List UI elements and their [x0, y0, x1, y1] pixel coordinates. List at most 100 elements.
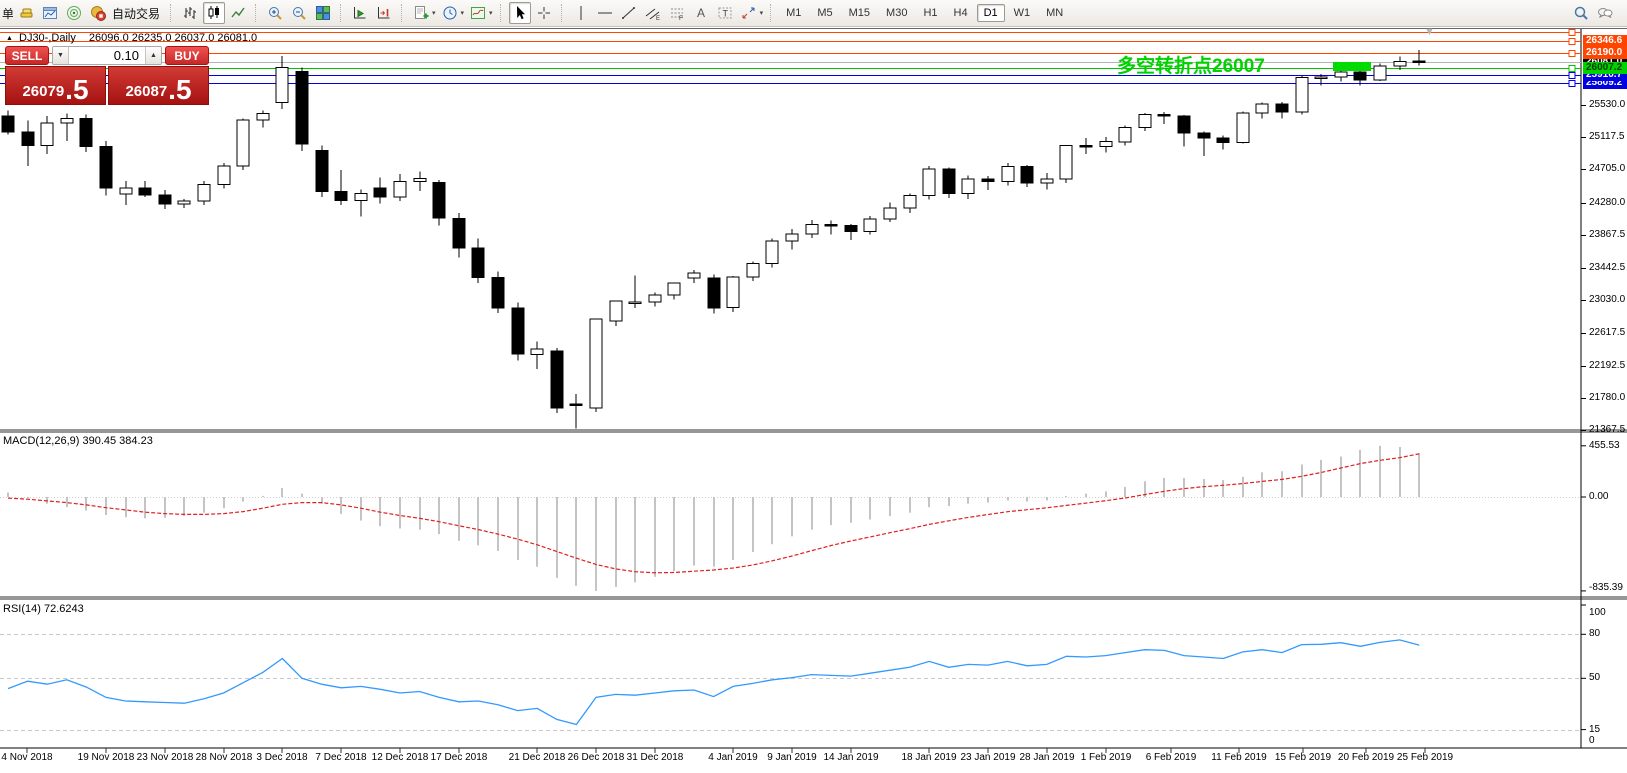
clock-dropdown-caret[interactable]: ▾	[461, 9, 465, 17]
vertical-line-icon[interactable]	[570, 2, 592, 24]
indicator-template-icon[interactable]	[467, 2, 489, 24]
date-axis-label: 31 Dec 2018	[627, 752, 684, 763]
indicator-template-dropdown-caret[interactable]: ▾	[489, 9, 493, 17]
arrows-icon[interactable]	[738, 2, 760, 24]
signal-icon[interactable]	[63, 2, 85, 24]
crosshair-icon[interactable]	[533, 2, 555, 24]
timeframe-button-M5[interactable]: M5	[810, 4, 839, 22]
svg-text:A: A	[697, 6, 705, 20]
timeframe-button-H4[interactable]: H4	[947, 4, 975, 22]
sell-price-main: 26079	[22, 81, 64, 103]
chart-window-icon[interactable]	[39, 2, 61, 24]
arrows-dropdown-caret[interactable]: ▾	[760, 9, 764, 17]
timeframe-button-M1[interactable]: M1	[779, 4, 808, 22]
sell-button[interactable]: SELL	[5, 46, 49, 65]
cursor-icon[interactable]	[509, 2, 531, 24]
macd-axis-label: -835.39	[1589, 582, 1623, 593]
price-chart-canvas	[0, 29, 1627, 773]
date-axis-label: 15 Feb 2019	[1275, 752, 1331, 763]
bars-icon[interactable]	[179, 2, 201, 24]
toolbar-separator	[340, 4, 345, 22]
linechart-icon[interactable]	[227, 2, 249, 24]
svg-text:E: E	[656, 16, 660, 21]
chat-icon[interactable]	[1594, 2, 1616, 24]
date-axis-label: 28 Nov 2018	[196, 752, 253, 763]
price-axis-label: 23442.5	[1589, 262, 1625, 273]
trendline-icon[interactable]	[618, 2, 640, 24]
macd-histogram	[8, 446, 1419, 591]
buy-button[interactable]: BUY	[165, 46, 209, 65]
rsi-axis-label: 50	[1589, 672, 1600, 683]
date-axis-label: 11 Feb 2019	[1211, 752, 1266, 763]
price-axis-label: 22617.5	[1589, 327, 1625, 338]
text-label-icon[interactable]: T	[714, 2, 736, 24]
buy-price-display[interactable]: 26087 .5	[108, 66, 209, 105]
new-order-dropdown-caret[interactable]: ▾	[432, 9, 436, 17]
date-axis-label: 9 Jan 2019	[767, 752, 817, 763]
one-click-trade-panel: SELL ▼ 0.10 ▲ BUY 26079 .5 26087 .5	[5, 46, 209, 106]
price-axis-label: 22192.5	[1589, 360, 1625, 371]
symbol-period-label: DJ30-,Daily	[19, 32, 76, 44]
price-level-label: 26007.2	[1583, 62, 1627, 74]
date-axis-label: 17 Dec 2018	[431, 752, 488, 763]
timeframe-button-MN[interactable]: MN	[1039, 4, 1070, 22]
price-axis-label: 21367.5	[1589, 424, 1625, 435]
new-order-icon[interactable]	[410, 2, 432, 24]
text-icon[interactable]: A	[690, 2, 712, 24]
auto-scroll-icon[interactable]	[349, 2, 371, 24]
svg-text:F: F	[679, 15, 683, 21]
volume-input[interactable]: 0.10	[69, 47, 145, 64]
price-axis-ticks	[1581, 106, 1586, 431]
scroll-marker-icon[interactable]: ▼	[1424, 26, 1435, 38]
gold-icon[interactable]	[15, 2, 37, 24]
toolbar-separator	[170, 4, 175, 22]
candles-icon[interactable]	[203, 2, 225, 24]
date-axis-label: 18 Jan 2019	[901, 752, 956, 763]
chart-title: ▲ DJ30-,Daily 26096.0 26235.0 26037.0 26…	[6, 32, 257, 44]
clock-icon[interactable]	[439, 2, 461, 24]
price-axis-label: 25530.0	[1589, 99, 1625, 110]
date-axis-label: 12 Dec 2018	[372, 752, 429, 763]
rsi-axis-label: 80	[1589, 628, 1600, 639]
chart-shift-icon[interactable]	[373, 2, 395, 24]
rsi-level-lines	[0, 635, 1581, 731]
autotrading-label[interactable]: 自动交易	[112, 5, 160, 22]
date-axis-label: 14 Jan 2019	[823, 752, 878, 763]
toolbar: 单 自动交易 ▾ ▾ ▾ E F AT ▾ M1M5M15M30H1H4D1W1MN	[0, 0, 1627, 27]
rsi-axis-label: 100	[1589, 607, 1606, 618]
new-order-partial-button[interactable]: 单	[2, 5, 13, 22]
toolbar-separator	[500, 4, 505, 22]
search-icon[interactable]	[1570, 2, 1592, 24]
rsi-line	[8, 640, 1419, 725]
zoom-in-icon[interactable]	[264, 2, 286, 24]
fibonacci-icon[interactable]: F	[666, 2, 688, 24]
date-axis-label: 4 Nov 2018	[1, 752, 52, 763]
volume-increase-button[interactable]: ▲	[145, 47, 161, 64]
sell-price-display[interactable]: 26079 .5	[5, 66, 106, 105]
rsi-indicator-label: RSI(14) 72.6243	[3, 603, 84, 615]
volume-decrease-button[interactable]: ▼	[53, 47, 69, 64]
timeframe-button-M30[interactable]: M30	[879, 4, 914, 22]
timeframe-button-H1[interactable]: H1	[916, 4, 944, 22]
price-level-label: 26346.6	[1583, 35, 1627, 47]
buy-price-main: 26087	[125, 81, 167, 103]
tile-windows-icon[interactable]	[312, 2, 334, 24]
timeframe-button-M15[interactable]: M15	[842, 4, 877, 22]
candlestick-series	[2, 50, 1425, 429]
timeframe-button-D1[interactable]: D1	[977, 4, 1005, 22]
macd-axis-label: 0.00	[1589, 491, 1608, 502]
equidistant-channel-icon[interactable]: E	[642, 2, 664, 24]
expand-triangle-icon[interactable]: ▲	[6, 35, 13, 42]
timeframe-group: M1M5M15M30H1H4D1W1MN	[778, 0, 1071, 26]
horizontal-line-icon[interactable]	[594, 2, 616, 24]
zoom-out-icon[interactable]	[288, 2, 310, 24]
price-axis-label: 23030.0	[1589, 294, 1625, 305]
toolbar-separator	[401, 4, 406, 22]
highlight-rectangle[interactable]	[1333, 62, 1371, 71]
price-axis-label: 25117.5	[1589, 131, 1624, 142]
timeframe-button-W1[interactable]: W1	[1007, 4, 1038, 22]
autotrading-icon[interactable]	[87, 2, 109, 24]
date-axis-label: 23 Nov 2018	[137, 752, 194, 763]
chart-window: ▲ DJ30-,Daily 26096.0 26235.0 26037.0 26…	[0, 28, 1627, 773]
ohlc-values: 26096.0 26235.0 26037.0 26081.0	[89, 32, 257, 44]
